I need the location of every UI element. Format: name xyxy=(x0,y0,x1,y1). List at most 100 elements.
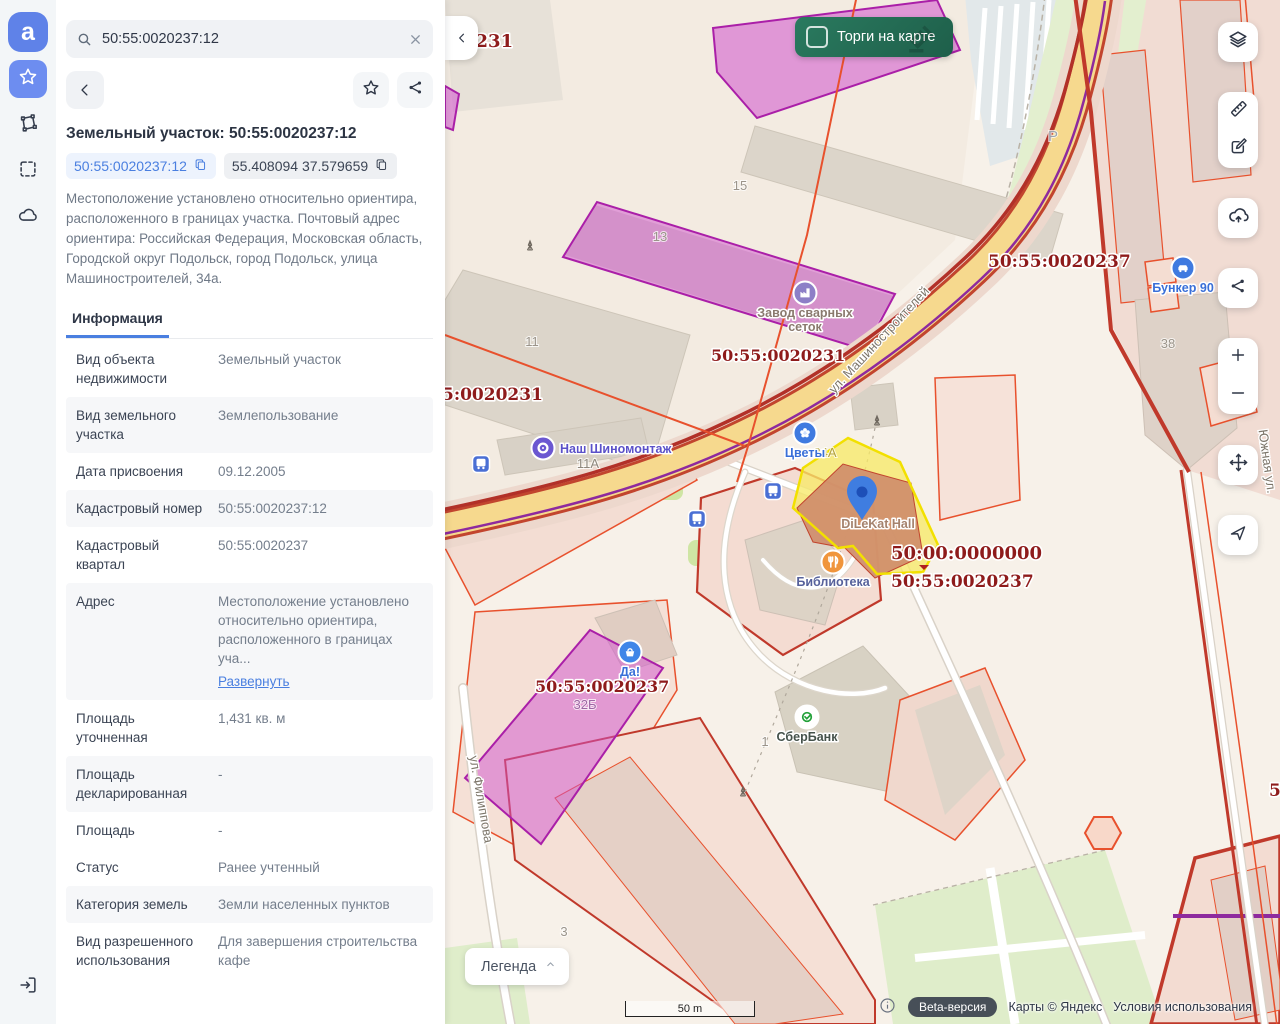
zoom-in-button[interactable] xyxy=(1218,338,1258,376)
layers-control[interactable] xyxy=(1218,22,1258,62)
row-label: Площадь xyxy=(76,821,204,840)
rail-item-login[interactable] xyxy=(9,968,47,1006)
row-label: Вид разрешенного использования xyxy=(76,932,204,970)
cadastral-number-chip[interactable]: 50:55:0020237:12 xyxy=(66,153,216,179)
cadastral-label: 50:55:0020231 xyxy=(711,346,845,365)
clear-search-icon[interactable] xyxy=(408,32,423,47)
expand-link[interactable]: Развернуть xyxy=(218,672,290,691)
table-row: Площадь уточненная1,431 кв. м xyxy=(66,700,433,756)
draw-button[interactable] xyxy=(1218,130,1258,168)
tabs: Информация xyxy=(66,304,433,339)
row-label: Вид земельного участка xyxy=(76,406,204,444)
rail-item-favorites[interactable] xyxy=(9,60,47,98)
location-description: Местоположение установлено относительно … xyxy=(66,189,433,289)
edit-icon xyxy=(1228,136,1249,162)
pan-icon xyxy=(1228,452,1249,478)
login-arrow-icon xyxy=(17,974,39,1001)
app-logo[interactable]: a xyxy=(8,12,48,52)
rail-item-cloud[interactable] xyxy=(9,198,47,236)
poi-label: Наш Шиномонтаж xyxy=(560,442,671,456)
back-button[interactable] xyxy=(66,71,104,109)
page-title: Земельный участок: 50:55:0020237:12 xyxy=(66,125,433,143)
maps-copyright-link[interactable]: Карты © Яндекс xyxy=(1008,1000,1102,1014)
layers-icon xyxy=(1227,29,1249,56)
rail-item-area-select[interactable] xyxy=(9,152,47,190)
rail-item-polygon-tool[interactable] xyxy=(9,106,47,144)
zoom-group xyxy=(1218,338,1258,414)
auctions-checkbox[interactable] xyxy=(806,26,828,48)
table-row: Кадастровый номер50:55:0020237:12 xyxy=(66,490,433,527)
cadastral-label: 50:55:0020237 xyxy=(891,572,1034,592)
building-number: 15 xyxy=(733,178,747,193)
row-value: Земельный участок xyxy=(204,350,423,388)
row-label: Дата присвоения xyxy=(76,462,204,481)
zoom-out-button[interactable] xyxy=(1218,376,1258,414)
info-icon[interactable] xyxy=(878,996,897,1018)
table-row: Вид земельного участкаЗемлепользование xyxy=(66,397,433,453)
map-canvas[interactable]: 02313150:55:002023750:55:00202315:002023… xyxy=(445,0,1280,1024)
row-label: Площадь уточненная xyxy=(76,709,204,747)
building-number: 13 xyxy=(653,229,667,244)
row-label: Категория земель xyxy=(76,895,204,914)
row-label: Кадастровый квартал xyxy=(76,536,204,574)
tab-information[interactable]: Информация xyxy=(66,304,169,338)
minus-icon xyxy=(1228,383,1248,408)
poi-да![interactable]: Да! xyxy=(619,641,642,680)
table-row: АдресМестоположение установлено относите… xyxy=(66,583,433,700)
favorite-button[interactable] xyxy=(353,72,389,108)
map-container: 02313150:55:002023750:55:00202315:002023… xyxy=(445,0,1280,1024)
legend-label: Легенда xyxy=(481,959,536,975)
row-label: Кадастровый номер xyxy=(76,499,204,518)
poi-label: Цветы xyxy=(785,446,825,460)
beta-badge: Beta-версия xyxy=(908,997,997,1017)
bus-stop[interactable] xyxy=(473,456,490,473)
pan-control[interactable] xyxy=(1218,445,1258,485)
table-row: Категория земельЗемли населенных пунктов xyxy=(66,886,433,923)
info-table: Вид объекта недвижимостиЗемельный участо… xyxy=(66,341,433,979)
polygon-icon xyxy=(17,112,39,139)
bus-stop[interactable] xyxy=(765,483,782,500)
scale-label: 50 m xyxy=(678,1003,702,1015)
poi-dilekat-hall[interactable]: DiLeKat Hall xyxy=(841,517,915,531)
poi-label: Да! xyxy=(620,665,640,679)
chip-text: 50:55:0020237:12 xyxy=(74,158,187,174)
ruler-button[interactable] xyxy=(1218,92,1258,130)
ruler-icon xyxy=(1228,98,1249,124)
collapse-panel-button[interactable] xyxy=(445,16,478,60)
copy-icon[interactable] xyxy=(193,157,208,175)
table-row: Вид разрешенного использованияДля заверш… xyxy=(66,923,433,979)
cadastral-label: 5 xyxy=(1269,781,1280,801)
legend-button[interactable]: Легенда xyxy=(465,948,569,985)
bus-stop[interactable] xyxy=(689,511,706,528)
chevron-up-icon xyxy=(544,958,557,975)
table-row: Площадь- xyxy=(66,812,433,849)
row-label: Адрес xyxy=(76,592,204,691)
table-row: Площадь декларированная- xyxy=(66,756,433,812)
auctions-toggle[interactable]: Торги на карте xyxy=(795,17,953,57)
navigate-arrow-icon xyxy=(1228,523,1248,548)
star-icon xyxy=(17,66,39,93)
chip-text: 55.408094 37.579659 xyxy=(232,158,368,174)
cloud-icon xyxy=(17,204,39,231)
measure-draw-group xyxy=(1218,92,1258,168)
building-number: 32Б xyxy=(574,697,597,712)
search-input[interactable] xyxy=(100,30,408,48)
terms-link[interactable]: Условия использования xyxy=(1113,1000,1252,1014)
coordinates-chip[interactable]: 55.408094 37.579659 xyxy=(224,153,397,179)
cadastral-label: 5:0020231 xyxy=(445,385,543,405)
upload-control[interactable] xyxy=(1218,198,1258,238)
locate-control[interactable] xyxy=(1218,515,1258,555)
cadastral-label: 50:55:0020237 xyxy=(988,252,1131,272)
row-value: 1,431 кв. м xyxy=(204,709,423,747)
row-value: Земли населенных пунктов xyxy=(204,895,423,914)
search-bar xyxy=(66,20,433,58)
row-value: Местоположение установлено относительно … xyxy=(204,592,423,691)
building-number: 1 xyxy=(761,734,768,749)
row-value: Ранее учтенный xyxy=(204,858,423,877)
dashed-square-icon xyxy=(17,158,39,185)
row-label: Вид объекта недвижимости xyxy=(76,350,204,388)
share-button[interactable] xyxy=(397,72,433,108)
building-number: 11А xyxy=(577,456,599,471)
copy-icon[interactable] xyxy=(374,157,389,175)
map-share-control[interactable] xyxy=(1218,268,1258,308)
